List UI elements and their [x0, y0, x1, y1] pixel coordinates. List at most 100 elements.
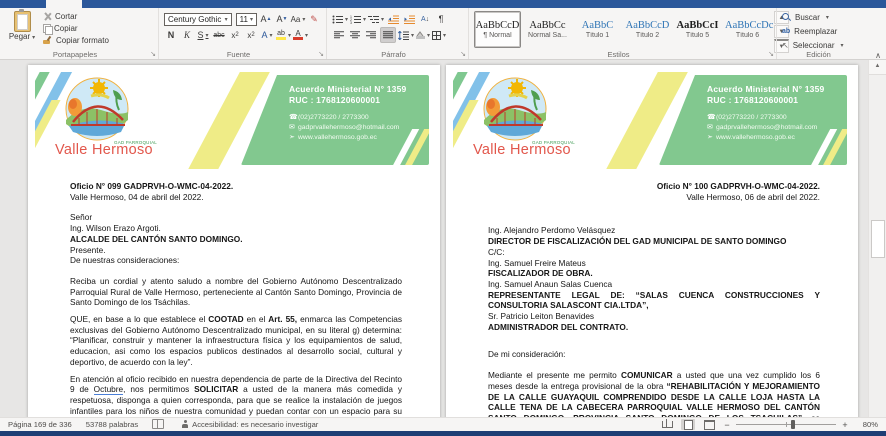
email-icon: ✉	[289, 123, 298, 133]
borders-button[interactable]: ▾	[432, 28, 446, 42]
font-dialog-launcher[interactable]: ↘	[318, 50, 324, 59]
logo-emblem-icon	[479, 76, 551, 142]
underline-button[interactable]: S▾	[196, 28, 210, 42]
search-icon	[782, 13, 791, 22]
justify-button[interactable]	[380, 27, 396, 43]
proofing-status[interactable]	[152, 419, 167, 430]
text-line: REPRESENTANTE LEGAL DE: “SALAS CUENCA CO…	[488, 290, 820, 311]
decrease-indent-button[interactable]	[386, 12, 400, 26]
sort-button[interactable]: A↓	[418, 12, 432, 26]
text-line: Ing. Samuel Freire Mateus	[488, 258, 820, 269]
replace-button[interactable]: ab Reemplazar	[782, 25, 863, 38]
shading-button[interactable]: ▾	[416, 28, 430, 42]
web-layout-button[interactable]	[702, 419, 716, 430]
numbered-list-button[interactable]: 123▾	[350, 12, 366, 26]
align-center-button[interactable]	[348, 28, 362, 42]
letter-body[interactable]: Oficio N° 100 GADPRVH-O-WMC-04-2022.Vall…	[446, 169, 858, 417]
ribbon-tab-strip	[0, 0, 886, 8]
style-card-normal-sa-[interactable]: AaBbCcNormal Sa...	[524, 11, 571, 48]
clipboard-dialog-launcher[interactable]: ↘	[150, 50, 156, 59]
multilevel-list-button[interactable]: ▾	[368, 12, 384, 26]
letterhead-phone: (02)2773220 / 2773300	[298, 114, 369, 121]
body-text: en el	[244, 314, 269, 324]
paragraph-dialog-launcher[interactable]: ↘	[460, 50, 466, 59]
style-preview: AaBbCcI	[675, 20, 720, 31]
vertical-scrollbar[interactable]: ▲	[868, 60, 886, 417]
group-label-font: Fuente	[159, 50, 318, 59]
format-painter-button[interactable]: Copiar formato	[43, 35, 153, 46]
document-page-right[interactable]: Acuerdo Ministerial N° 1359RUC : 1768120…	[446, 65, 858, 417]
text-line: DIRECTOR DE FISCALIZACIÓN DEL GAD MUNICI…	[488, 236, 820, 247]
increase-indent-button[interactable]	[402, 12, 416, 26]
chevron-down-icon: ▾	[225, 16, 228, 23]
zoom-slider[interactable]	[736, 424, 836, 425]
print-layout-button[interactable]	[681, 419, 695, 430]
grow-font-button[interactable]: A▲	[259, 12, 273, 26]
web-layout-icon	[704, 420, 715, 430]
style-card--normal[interactable]: AaBbCcD¶ Normal	[474, 11, 521, 48]
font-size-combo[interactable]: 11 ▾	[236, 13, 257, 26]
text-line: Valle Hermoso, 04 de abril del 2022.	[70, 192, 402, 203]
body-text: C/C:	[488, 247, 505, 257]
style-card-t-tulo-2[interactable]: AaBbCcDTítulo 2	[624, 11, 671, 48]
font-family-combo[interactable]: Century Gothic ▾	[164, 13, 232, 26]
zoom-slider-center-tick	[786, 422, 787, 427]
clear-formatting-button[interactable]: ✎	[307, 12, 321, 26]
shrink-font-button[interactable]: A▼	[275, 12, 289, 26]
letterhead-website: www.vallehermoso.gob.ec	[298, 134, 377, 141]
read-mode-button[interactable]	[660, 419, 674, 430]
body-text: Ing. Wilson Erazo Argoti.	[70, 223, 161, 233]
paste-button[interactable]: Pegar▾	[5, 11, 39, 44]
find-button[interactable]: Buscar ▾	[782, 11, 863, 24]
style-card-t-tulo-6[interactable]: AaBbCcDcTítulo 6	[724, 11, 771, 48]
bullet-list-button[interactable]: ▾	[332, 12, 348, 26]
decorative-stripe	[35, 100, 61, 169]
scrollbar-thumb[interactable]	[871, 220, 885, 258]
style-card-t-tulo-5[interactable]: AaBbCcITítulo 5	[674, 11, 721, 48]
active-tab-notch[interactable]	[46, 0, 82, 8]
font-color-button[interactable]: A▾	[293, 28, 308, 42]
page-indicator[interactable]: Página 169 de 336	[8, 420, 72, 429]
subscript-button[interactable]: x2	[228, 28, 242, 42]
document-page-left[interactable]: Acuerdo Ministerial N° 1359RUC : 1768120…	[28, 65, 440, 417]
italic-button[interactable]: K	[180, 28, 194, 42]
replace-label: Reemplazar	[794, 27, 837, 36]
style-preview: AaBbCc	[525, 20, 570, 31]
letterhead-acuerdo: Acuerdo Ministerial N° 1359	[707, 84, 837, 95]
style-name: Normal Sa...	[525, 32, 570, 40]
strikethrough-button[interactable]: abc	[212, 28, 226, 42]
superscript-button[interactable]: x2	[244, 28, 258, 42]
text-line: FISCALIZADOR DE OBRA.	[488, 268, 820, 279]
line-spacing-button[interactable]: ▾	[398, 28, 414, 42]
change-case-button[interactable]: Aa▾	[291, 12, 305, 26]
cut-button[interactable]: Cortar	[43, 11, 153, 22]
cursor-icon: ➣	[707, 133, 716, 143]
bold-button[interactable]: N	[164, 28, 178, 42]
align-right-button[interactable]	[364, 28, 378, 42]
zoom-slider-thumb[interactable]	[791, 420, 795, 429]
letter-body[interactable]: Oficio N° 099 GADPRVH-O-WMC-04-2022.Vall…	[28, 169, 440, 417]
zoom-in-button[interactable]: +	[841, 420, 849, 430]
show-formatting-marks-button[interactable]: ¶	[434, 12, 448, 26]
zoom-out-button[interactable]: −	[723, 420, 731, 430]
bold-text: SOLICITAR	[194, 384, 238, 394]
highlight-color-button[interactable]: ab▾	[276, 28, 291, 42]
zoom-percentage[interactable]: 80%	[856, 420, 878, 429]
text-line: Presente.	[70, 245, 402, 256]
scroll-up-button[interactable]: ▲	[869, 60, 886, 75]
word-application-window: Pegar▾ Cortar Copiar Copiar formato Port…	[0, 0, 886, 436]
group-label-paragraph: Párrafo	[327, 50, 460, 59]
text-line: Ing. Samuel Anaun Salas Cuenca	[488, 279, 820, 290]
body-text: Ing. Samuel Freire Mateus	[488, 258, 586, 268]
align-left-button[interactable]	[332, 28, 346, 42]
text-line: Valle Hermoso, 06 de abril del 2022.	[488, 192, 820, 203]
word-count[interactable]: 53788 palabras	[86, 420, 138, 429]
text-effects-button[interactable]: A▾	[260, 28, 274, 42]
styles-dialog-launcher[interactable]: ↘	[768, 50, 774, 59]
copy-button[interactable]: Copiar	[43, 23, 153, 34]
collapse-ribbon-button[interactable]: ∧	[875, 51, 881, 60]
accessibility-status[interactable]: Accesibilidad: es necesario investigar	[181, 420, 318, 429]
text-line: Oficio N° 100 GADPRVH-O-WMC-04-2022.	[488, 181, 820, 192]
style-card-t-tulo-1[interactable]: AaBbCTítulo 1	[574, 11, 621, 48]
bold-text: ALCALDE DEL CANTÓN SANTO DOMINGO.	[70, 234, 243, 244]
